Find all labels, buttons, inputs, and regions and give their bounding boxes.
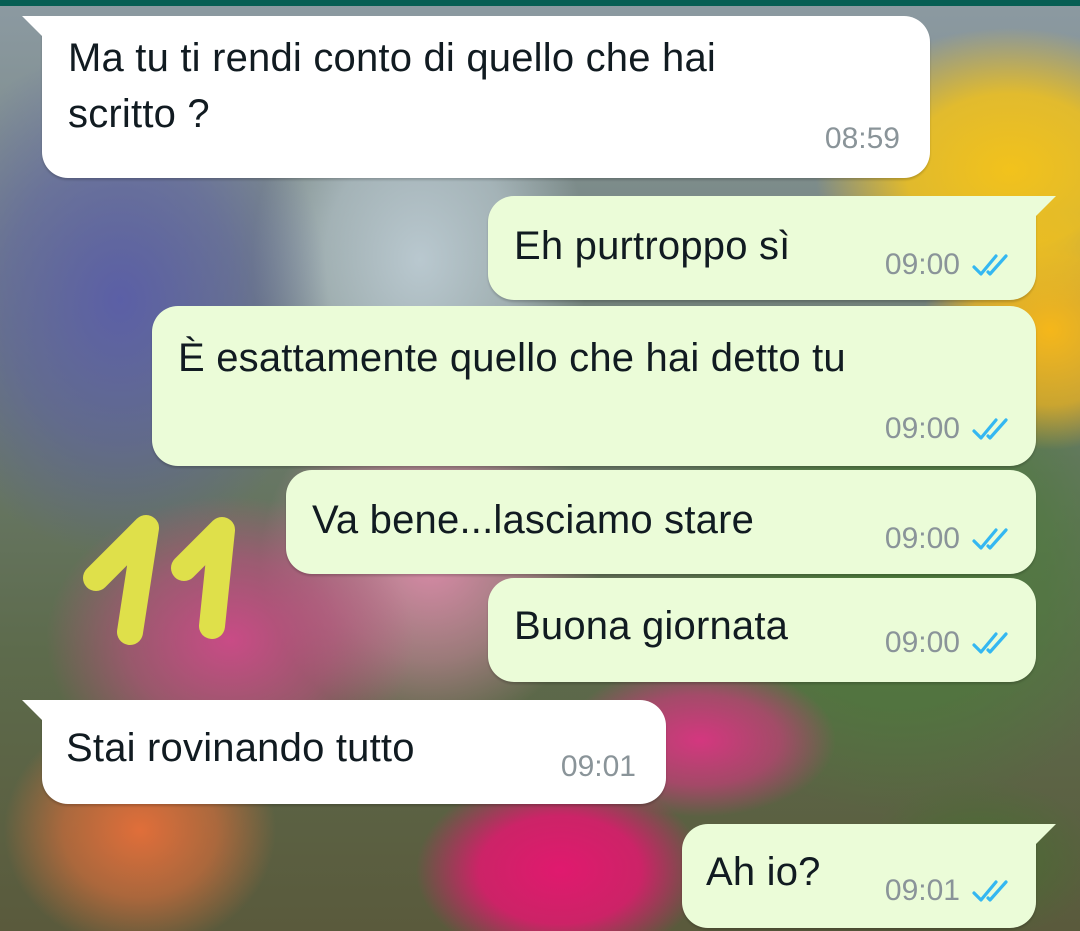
message-text: Ma tu ti rendi conto di quello che hai s… <box>68 36 716 136</box>
double-check-read-icon <box>972 632 1008 654</box>
message-meta: 09:00 <box>885 248 1014 282</box>
message-meta: 09:00 <box>885 626 1014 660</box>
message-bubble-outgoing[interactable]: È esattamente quello che hai detto tu 09… <box>152 306 1036 466</box>
message-text: Buona giornata <box>514 604 789 648</box>
message-bubble-outgoing[interactable]: Va bene...lasciamo stare 09:00 <box>286 470 1036 574</box>
message-bubble-outgoing[interactable]: Eh purtroppo sì 09:00 <box>488 196 1056 300</box>
message-text: Stai rovinando tutto <box>66 726 415 770</box>
message-meta: 09:01 <box>561 750 636 784</box>
message-time: 09:00 <box>884 626 960 659</box>
message-time: 09:01 <box>560 750 636 783</box>
header-edge <box>0 0 1080 6</box>
message-meta: 09:01 <box>885 874 1014 908</box>
double-check-read-icon <box>972 418 1008 440</box>
message-text: È esattamente quello che hai detto tu <box>178 336 846 380</box>
double-check-read-icon <box>972 528 1008 550</box>
message-bubble-incoming[interactable]: Stai rovinando tutto 09:01 <box>22 700 666 804</box>
message-meta: 09:00 <box>885 522 1014 556</box>
message-text: Va bene...lasciamo stare <box>312 498 755 542</box>
message-time: 09:01 <box>884 874 960 907</box>
message-bubble-outgoing[interactable]: Ah io? 09:01 <box>682 824 1056 928</box>
message-meta: 09:00 <box>885 412 1014 446</box>
message-text: Eh purtroppo sì <box>514 224 791 268</box>
message-bubble-outgoing[interactable]: Buona giornata 09:00 <box>488 578 1036 682</box>
message-time: 08:59 <box>824 122 900 155</box>
handwritten-number-annotation <box>83 515 235 645</box>
message-time: 09:00 <box>884 522 960 555</box>
message-meta: 08:59 <box>825 122 900 156</box>
double-check-read-icon <box>972 254 1008 276</box>
message-time: 09:00 <box>884 412 960 445</box>
double-check-read-icon <box>972 880 1008 902</box>
message-bubble-incoming[interactable]: Ma tu ti rendi conto di quello che hai s… <box>22 16 930 178</box>
message-time: 09:00 <box>884 248 960 281</box>
message-text: Ah io? <box>706 850 821 894</box>
